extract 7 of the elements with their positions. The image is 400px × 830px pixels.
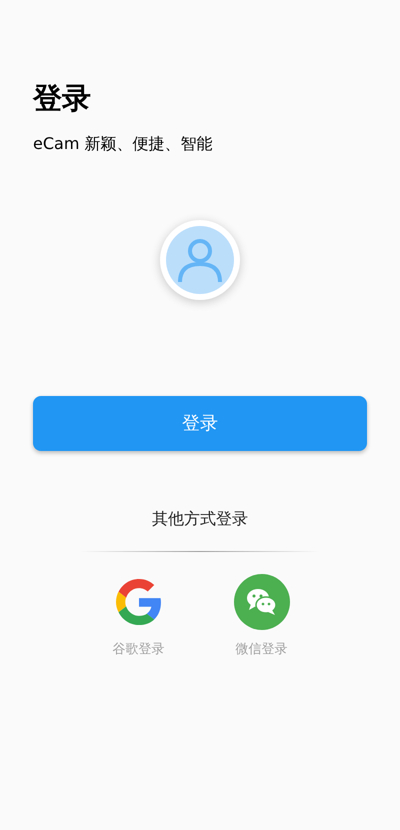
login-option[interactable]: 微信登录 <box>222 574 302 660</box>
login-option[interactable]: 谷歌登录 <box>98 574 178 660</box>
login-button[interactable]: 登录 <box>33 396 367 451</box>
google-g-icon <box>116 579 162 625</box>
page-title: 登录 <box>33 80 92 116</box>
other-methods-heading: 其他方式登录 <box>151 508 249 530</box>
tagline: eCam 新颖、便捷、智能 <box>33 133 214 155</box>
